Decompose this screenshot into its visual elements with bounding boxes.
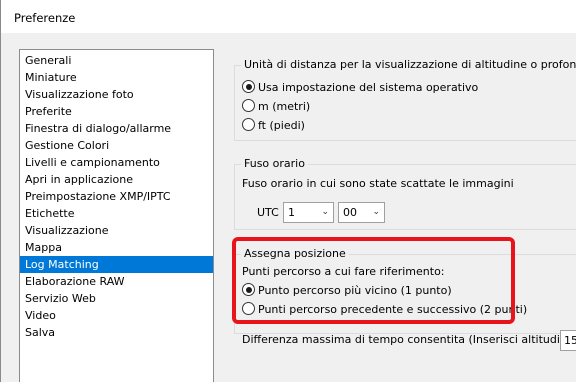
- utc-hours-select[interactable]: 1 ⌄: [283, 202, 334, 223]
- utc-minutes-value: 00: [343, 206, 357, 219]
- nav-item-label: Gestione Colori: [25, 139, 110, 152]
- nav-item-label: Livelli e campionamento: [25, 156, 160, 169]
- nav-item-log-matching[interactable]: Log Matching: [20, 256, 213, 273]
- radio-label: Usa impostazione del sistema operativo: [258, 81, 479, 94]
- nav-item-label: Etichette: [25, 207, 75, 220]
- nav-item-label: Mappa: [25, 241, 62, 254]
- max-time-label: Differenza massima di tempo consentita (…: [242, 333, 576, 346]
- nav-item-elaborazione-raw[interactable]: Elaborazione RAW: [20, 273, 213, 290]
- nav-item-visualizzazione-foto[interactable]: Visualizzazione foto: [20, 86, 213, 103]
- max-time-input[interactable]: 15: [560, 330, 576, 351]
- nav-item-label: Visualizzazione foto: [25, 88, 134, 101]
- radio-label: ft (piedi): [258, 119, 305, 132]
- timezone-caption: Fuso orario: [241, 157, 308, 171]
- utc-hours-value: 1: [288, 206, 295, 219]
- nav-item-label: Log Matching: [25, 258, 99, 271]
- nav-item-preferite[interactable]: Preferite: [20, 103, 213, 120]
- timezone-description: Fuso orario in cui sono state scattate l…: [242, 177, 514, 190]
- chevron-down-icon: ⌄: [321, 207, 329, 217]
- nav-item-label: Preimpostazione XMP/IPTC: [25, 190, 171, 203]
- nav-item-generali[interactable]: Generali: [20, 52, 213, 69]
- nav-item-label: Miniature: [25, 71, 77, 84]
- nav-item-finestra-dialogo[interactable]: Finestra di dialogo/allarme: [20, 120, 213, 137]
- nav-item-livelli[interactable]: Livelli e campionamento: [20, 154, 213, 171]
- nav-item-servizio-web[interactable]: Servizio Web: [20, 290, 213, 307]
- radio-meters[interactable]: m (metri): [242, 99, 310, 115]
- nav-item-label: Salva: [25, 326, 56, 339]
- nav-item-visualizzazione[interactable]: Visualizzazione: [20, 222, 213, 239]
- nav-item-label: Generali: [25, 54, 72, 67]
- radio-button-icon: [242, 99, 255, 112]
- nav-item-label: Servizio Web: [25, 292, 96, 305]
- nav-item-video[interactable]: Video: [20, 307, 213, 324]
- utc-label: UTC: [257, 206, 279, 219]
- nav-item-label: Preferite: [25, 105, 72, 118]
- nav-item-label: Video: [25, 309, 56, 322]
- distance-units-caption: Unità di distanza per la visualizzazione…: [241, 58, 576, 72]
- radio-label: m (metri): [258, 100, 311, 113]
- nav-item-preimpostazione-xmp[interactable]: Preimpostazione XMP/IPTC: [20, 188, 213, 205]
- nav-item-gestione-colori[interactable]: Gestione Colori: [20, 137, 213, 154]
- nav-item-apri-applicazione[interactable]: Apri in applicazione: [20, 171, 213, 188]
- chevron-down-icon: ⌄: [372, 207, 380, 217]
- nav-item-label: Elaborazione RAW: [25, 275, 125, 288]
- nav-item-mappa[interactable]: Mappa: [20, 239, 213, 256]
- nav-item-salva[interactable]: Salva: [20, 324, 213, 341]
- radio-button-icon: [242, 80, 255, 93]
- max-time-value: 15: [564, 334, 576, 347]
- nav-item-miniature[interactable]: Miniature: [20, 69, 213, 86]
- nav-item-label: Apri in applicazione: [25, 173, 134, 186]
- utc-minutes-select[interactable]: 00 ⌄: [338, 202, 385, 223]
- radio-feet[interactable]: ft (piedi): [242, 118, 305, 134]
- category-list[interactable]: Generali Miniature Visualizzazione foto …: [19, 49, 214, 382]
- radio-use-os-setting[interactable]: Usa impostazione del sistema operativo: [242, 80, 478, 96]
- radio-button-icon: [242, 118, 255, 131]
- highlight-annotation: [232, 237, 515, 324]
- preferences-window: Preferenze Generali Miniature Visualizza…: [0, 0, 576, 382]
- nav-item-label: Finestra di dialogo/allarme: [25, 122, 172, 135]
- title-bar: Preferenze: [1, 0, 576, 33]
- nav-item-label: Visualizzazione: [25, 224, 109, 237]
- window-title: Preferenze: [14, 11, 76, 25]
- nav-item-etichette[interactable]: Etichette: [20, 205, 213, 222]
